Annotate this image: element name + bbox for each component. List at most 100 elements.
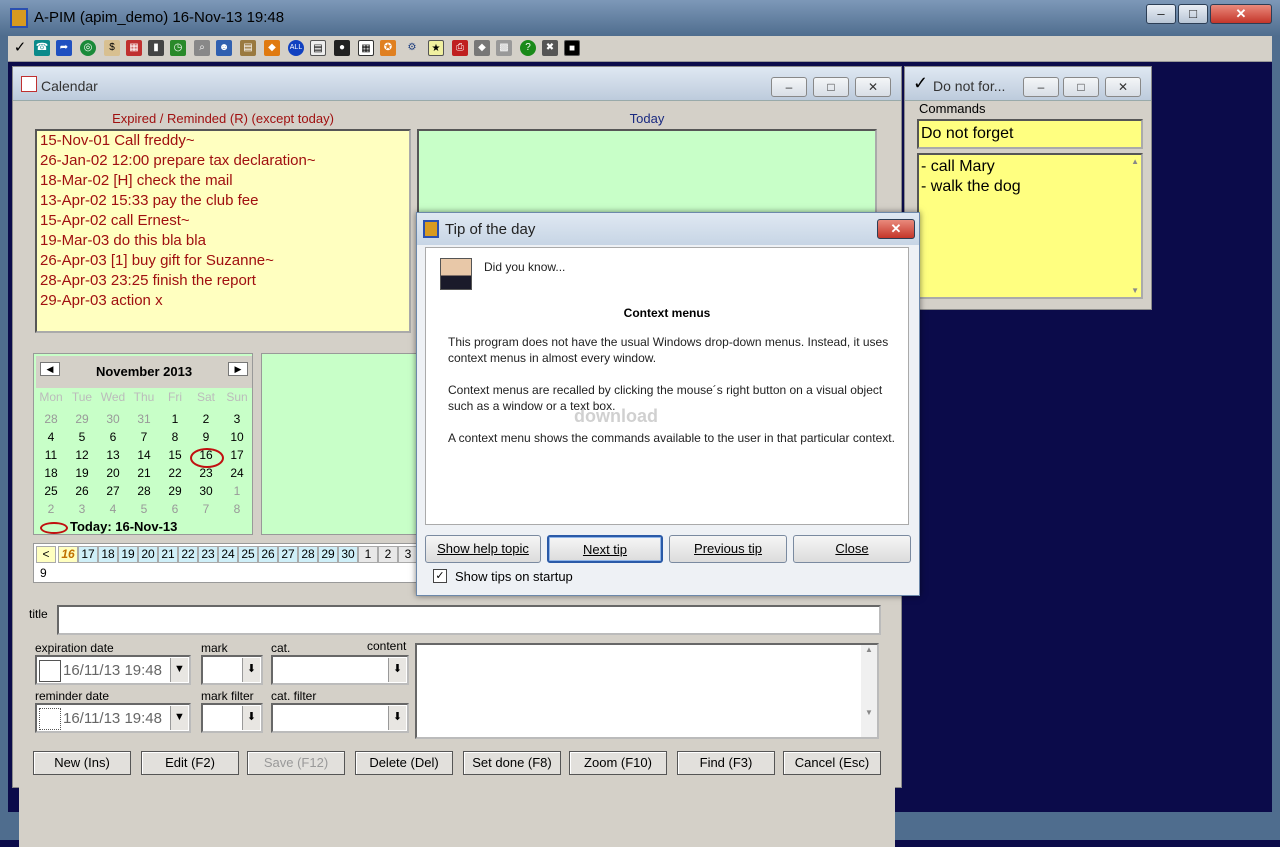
day-strip[interactable]: < 9 16 17 18 19 20 21 22 23 24 25 26 27 28 29 30 1 2 3 [33, 543, 425, 583]
calendar-day[interactable]: 7 [191, 502, 221, 516]
set-done-button[interactable]: Set done (F8) [463, 751, 561, 775]
month-calendar[interactable]: ◀ November 2013 ▶ Today: 16-Nov-13 Mon Tu… [33, 353, 253, 535]
calendar-day[interactable]: 3 [67, 502, 97, 516]
calendar-day[interactable]: 21 [129, 466, 159, 480]
expired-item[interactable]: 26-Jan-02 12:00 prepare tax declaration~ [37, 151, 409, 171]
calendar-day[interactable]: 20 [98, 466, 128, 480]
expired-item[interactable]: 15-Nov-01 Call freddy~ [37, 131, 409, 151]
maximize-button[interactable]: □ [1178, 4, 1208, 24]
expiration-dropdown-icon[interactable]: ▼ [170, 658, 188, 682]
calendar-day[interactable]: 9 [191, 430, 221, 444]
strip-day[interactable]: 28 [298, 546, 318, 563]
strip-day[interactable]: 22 [178, 546, 198, 563]
today-label[interactable]: Today: 16-Nov-13 [70, 519, 177, 534]
calendar-day[interactable]: 8 [222, 502, 252, 516]
clock-icon[interactable]: ◷ [170, 40, 186, 56]
strip-day[interactable]: 27 [278, 546, 298, 563]
strip-day[interactable]: 24 [218, 546, 238, 563]
calendar-day[interactable]: 4 [98, 502, 128, 516]
mark-dropdown-icon[interactable]: ⬇ [242, 658, 260, 682]
help-icon[interactable]: ? [520, 40, 536, 56]
calendar-day[interactable]: 5 [129, 502, 159, 516]
strip-day[interactable]: 17 [78, 546, 98, 563]
strip-day[interactable]: 29 [318, 546, 338, 563]
calendar-day[interactable]: 8 [160, 430, 190, 444]
bar-chart-icon[interactable]: ▮ [148, 40, 164, 56]
strip-day[interactable]: 16 [58, 546, 78, 563]
notes-list[interactable]: - call Mary - walk the dog ▲ ▼ [917, 153, 1143, 299]
strip-day[interactable]: 23 [198, 546, 218, 563]
mark-select[interactable]: ⬇ [201, 655, 263, 685]
calendar-day[interactable]: 2 [191, 412, 221, 426]
strip-day[interactable]: 25 [238, 546, 258, 563]
calendar-day[interactable]: 31 [129, 412, 159, 426]
expiration-checkbox[interactable] [39, 660, 61, 682]
cat-filter-select[interactable]: ⬇ [271, 703, 409, 733]
strip-day[interactable]: 2 [378, 546, 398, 563]
show-help-topic-button[interactable]: Show help topic [425, 535, 541, 563]
strip-day[interactable]: 18 [98, 546, 118, 563]
notes-heading-field[interactable]: Do not forget [917, 119, 1143, 149]
calendar-day[interactable]: 29 [160, 484, 190, 498]
cat-filter-dropdown-icon[interactable]: ⬇ [388, 706, 406, 730]
strip-day[interactable]: 21 [158, 546, 178, 563]
calendar-day[interactable]: 12 [67, 448, 97, 462]
previous-tip-button[interactable]: Previous tip [669, 535, 787, 563]
star-note-icon[interactable]: ★ [428, 40, 444, 56]
calendar-day[interactable]: 13 [98, 448, 128, 462]
title-input[interactable] [57, 605, 881, 635]
calendar-close-button[interactable]: ✕ [855, 77, 891, 97]
expired-item[interactable]: 29-Apr-03 action x [37, 291, 409, 311]
notes-restore-button[interactable]: □ [1063, 77, 1099, 97]
forward-arrow-icon[interactable]: ➦ [56, 40, 72, 56]
terminal-icon[interactable]: ■ [564, 40, 580, 56]
book-icon[interactable]: ▤ [240, 40, 256, 56]
content-scrollbar[interactable]: ▲ ▼ [861, 645, 877, 737]
calendar-day[interactable]: 26 [67, 484, 97, 498]
delete-button[interactable]: Delete (Del) [355, 751, 453, 775]
expired-item[interactable]: 15-Apr-02 call Ernest~ [37, 211, 409, 231]
strip-day[interactable]: 30 [338, 546, 358, 563]
cat-select[interactable]: ⬇ [271, 655, 409, 685]
calendar-day[interactable]: 10 [222, 430, 252, 444]
person-icon[interactable]: ☻ [216, 40, 232, 56]
notepad-icon[interactable]: ▤ [310, 40, 326, 56]
calendar-day[interactable]: 28 [36, 412, 66, 426]
tag-icon[interactable]: ◆ [264, 40, 280, 56]
calendar-day[interactable]: 15 [160, 448, 190, 462]
phone-icon[interactable]: ☎ [34, 40, 50, 56]
grid-icon[interactable]: ▦ [358, 40, 374, 56]
next-tip-button[interactable]: Next tip [547, 535, 663, 563]
calendar-day[interactable]: 29 [67, 412, 97, 426]
expired-item[interactable]: 28-Apr-03 23:25 finish the report [37, 271, 409, 291]
calendar-day[interactable]: 18 [36, 466, 66, 480]
reminder-dropdown-icon[interactable]: ▼ [170, 706, 188, 730]
scroll-down-icon[interactable]: ▼ [1131, 286, 1139, 295]
save-button[interactable]: Save (F12) [247, 751, 345, 775]
strip-day[interactable]: 20 [138, 546, 158, 563]
calendar-restore-button[interactable]: □ [813, 77, 849, 97]
scroll-up-icon[interactable]: ▲ [1131, 157, 1139, 166]
calendar-day[interactable]: 23 [191, 466, 221, 480]
strip-day[interactable]: 19 [118, 546, 138, 563]
calendar-day[interactable]: 4 [36, 430, 66, 444]
calendar-day[interactable]: 1 [160, 412, 190, 426]
strip-day[interactable]: 3 [398, 546, 418, 563]
calendar-day[interactable]: 17 [222, 448, 252, 462]
calendar-day[interactable]: 11 [36, 448, 66, 462]
lock-icon[interactable]: ◆ [474, 40, 490, 56]
show-tips-label[interactable]: Show tips on startup [455, 569, 573, 584]
mark-filter-dropdown-icon[interactable]: ⬇ [242, 706, 260, 730]
content-textarea[interactable]: ▲ ▼ [415, 643, 879, 739]
calendar-minimize-button[interactable]: – [771, 77, 807, 97]
expired-item[interactable]: 13-Apr-02 15:33 pay the club fee [37, 191, 409, 211]
search-doc-icon[interactable]: ⌕ [194, 40, 210, 56]
notes-close-button[interactable]: ✕ [1105, 77, 1141, 97]
calendar-day[interactable]: 14 [129, 448, 159, 462]
calendar-day[interactable]: 2 [36, 502, 66, 516]
calendar-day[interactable]: 16 [191, 448, 221, 462]
zoom-button[interactable]: Zoom (F10) [569, 751, 667, 775]
find-button[interactable]: Find (F3) [677, 751, 775, 775]
calendar-day[interactable]: 30 [98, 412, 128, 426]
calendar-day[interactable]: 24 [222, 466, 252, 480]
